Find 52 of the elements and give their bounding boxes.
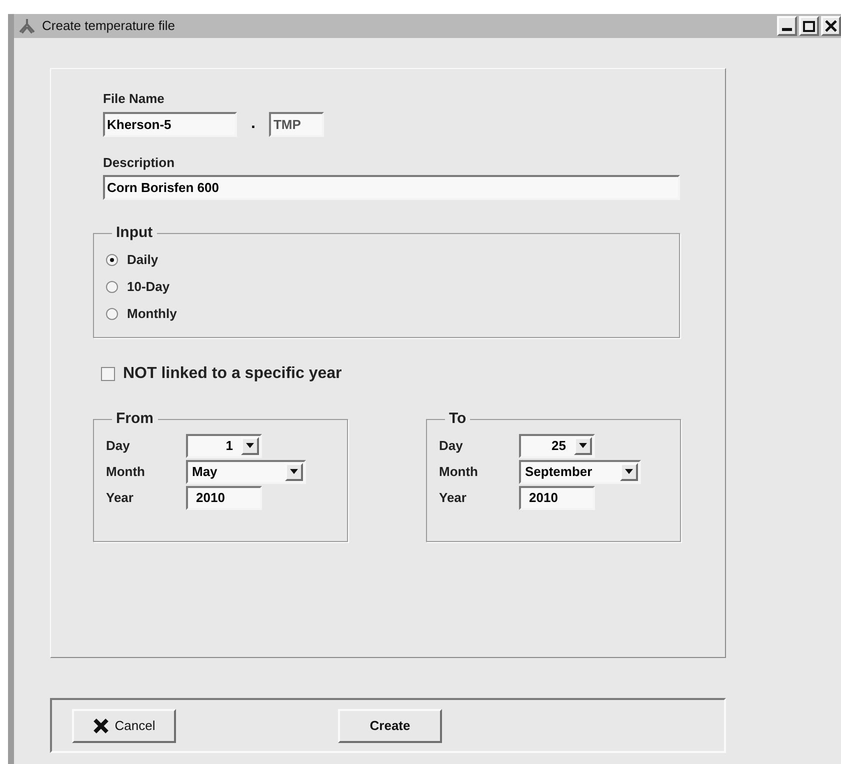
dropdown-field[interactable]: 25: [519, 434, 595, 458]
radio-button[interactable]: [106, 308, 118, 320]
close-button[interactable]: [821, 16, 841, 36]
separator-dot: .: [251, 114, 256, 134]
dropdown-button[interactable]: [285, 462, 303, 480]
dropdown-field[interactable]: May: [186, 460, 306, 484]
radio-label: Daily: [127, 251, 158, 270]
checkbox-label: NOT linked to a specific year: [123, 364, 342, 384]
day-label: Day: [439, 436, 464, 455]
dropdown-value: May: [192, 462, 218, 481]
dropdown-value: September: [525, 462, 594, 481]
cancel-button[interactable]: Cancel: [72, 708, 176, 742]
file-name-field[interactable]: Kherson-5: [103, 112, 237, 136]
year-field[interactable]: 2010: [519, 486, 595, 510]
maximize-button[interactable]: [799, 16, 819, 36]
create-button[interactable]: Create: [338, 708, 442, 742]
window-title: Create temperature file: [42, 17, 175, 36]
dropdown-field[interactable]: September: [519, 460, 641, 484]
caret-icon: [290, 469, 298, 474]
minimize-button[interactable]: [777, 16, 797, 36]
minimize-icon: [782, 28, 792, 31]
year-field[interactable]: 2010: [186, 486, 262, 510]
file-name-label: File Name: [103, 90, 166, 108]
radio-button[interactable]: [106, 281, 118, 293]
radio-label: 10-Day: [127, 278, 170, 296]
year-label: Year: [106, 488, 134, 507]
caret-icon: [625, 469, 633, 474]
app-icon: [18, 18, 36, 34]
caret-icon: [246, 443, 254, 448]
dropdown-button[interactable]: [620, 462, 638, 480]
day-label: Day: [106, 436, 131, 455]
radio-button[interactable]: [106, 254, 118, 266]
month-label: Month: [106, 462, 146, 481]
group-title: From: [115, 409, 154, 429]
maximize-icon: [803, 20, 815, 32]
dropdown-value: 1: [224, 436, 234, 455]
description-label: Description: [103, 154, 176, 172]
radio-label: Monthly: [127, 305, 177, 324]
dropdown-button[interactable]: [574, 436, 592, 454]
extension-field[interactable]: TMP: [269, 112, 324, 136]
year-label: Year: [439, 488, 468, 507]
dropdown-button[interactable]: [241, 436, 259, 454]
caret-icon: [579, 443, 587, 448]
group-title: Input: [115, 223, 154, 243]
close-icon: [825, 20, 837, 32]
dropdown-value: 25: [550, 436, 567, 455]
month-label: Month: [439, 462, 479, 481]
description-field[interactable]: Corn Borisfen 600: [103, 175, 680, 200]
group-title: To: [448, 409, 468, 429]
dropdown-field[interactable]: 1: [186, 434, 262, 458]
checkbox[interactable]: [101, 367, 115, 381]
cross-icon: [92, 718, 109, 734]
